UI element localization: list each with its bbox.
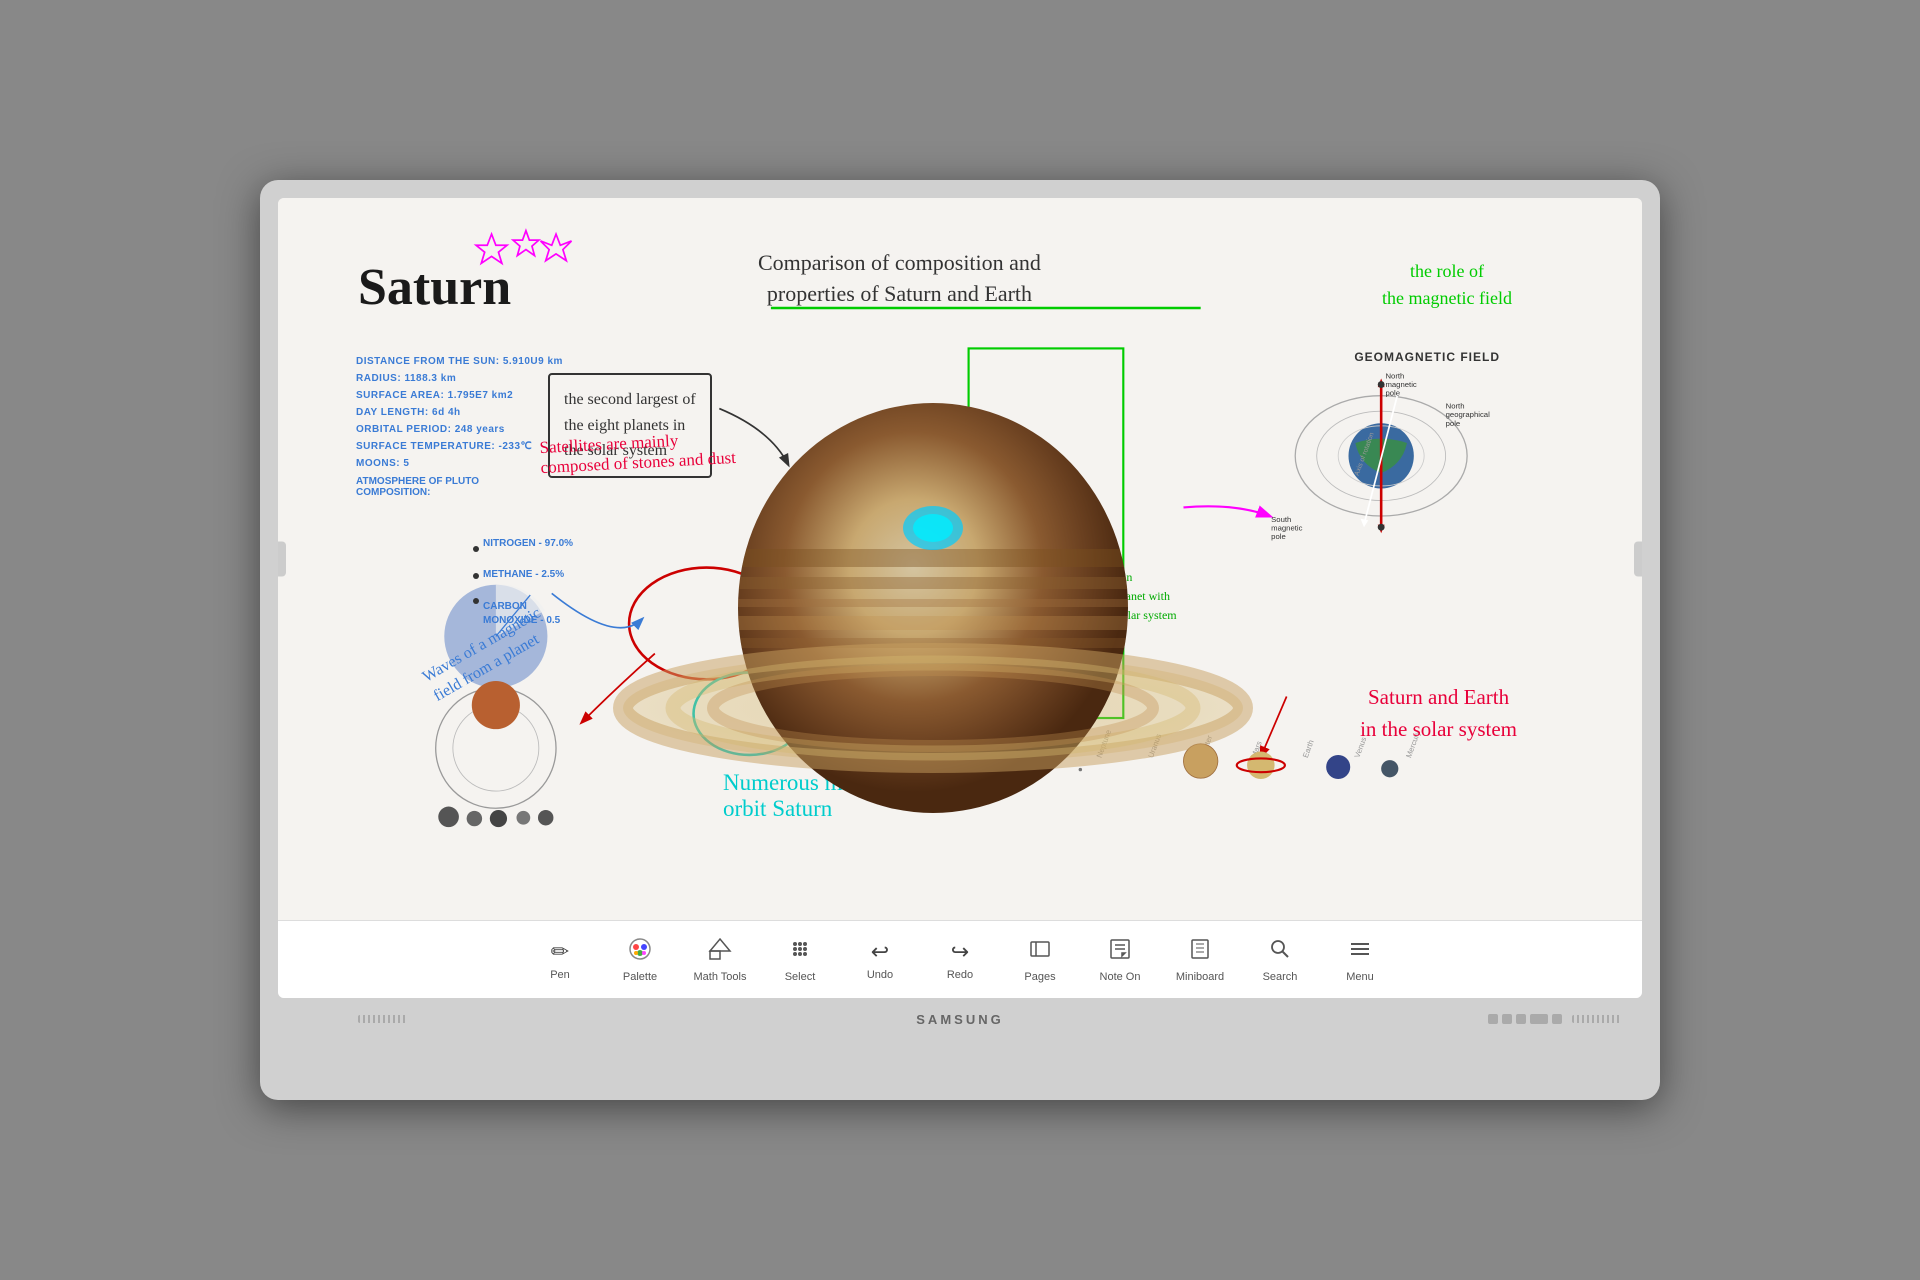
palette-icon [628, 937, 652, 967]
info-block: DISTANCE FROM THE SUN: 5.910U9 km RADIUS… [356, 353, 563, 472]
pen-icon: ✏ [551, 939, 569, 965]
svg-text:North: North [1446, 402, 1465, 411]
search-label: Search [1263, 971, 1298, 983]
pages-label: Pages [1024, 971, 1055, 983]
menu-icon [1348, 937, 1372, 967]
monitor-controls-right [1488, 1014, 1562, 1024]
comparison-title: Comparison of composition andproperties … [758, 248, 1041, 310]
svg-text:Axis of rotation: Axis of rotation [1354, 432, 1376, 477]
info-distance: DISTANCE FROM THE SUN: 5.910U9 km [356, 353, 563, 370]
nitrogen-dot [473, 546, 479, 552]
select-tool[interactable]: Select [760, 925, 840, 995]
note-on-label: Note On [1100, 971, 1141, 983]
svg-text:Earth: Earth [1301, 739, 1316, 759]
saturn-title: Saturn [358, 258, 511, 317]
info-radius: RADIUS: 1188.3 km [356, 370, 563, 387]
side-handle-right[interactable] [1634, 542, 1642, 577]
toolbar: ✏ Pen Palette [278, 920, 1642, 998]
pages-tool[interactable]: Pages [1000, 925, 1080, 995]
miniboard-tool[interactable]: Miniboard [1160, 925, 1240, 995]
info-orbital-period: ORBITAL PERIOD: 248 years [356, 421, 563, 438]
menu-label: Menu [1346, 971, 1374, 983]
info-day-length: DAY LENGTH: 6d 4h [356, 404, 563, 421]
monitor-brand: SAMSUNG [916, 1012, 1003, 1027]
atmosphere-title: ATMOSPHERE OF PLUTO COMPOSITION: [356, 476, 479, 498]
canvas-area[interactable]: Saturn Neptune Uranus Jupiter Mars Earth… [278, 198, 1642, 920]
pages-icon [1028, 937, 1052, 967]
svg-text:South: South [1271, 515, 1291, 524]
monitor-speaker-left [358, 1015, 408, 1023]
search-icon [1268, 937, 1292, 967]
palette-tool[interactable]: Palette [600, 925, 680, 995]
magnetic-role-text: the role ofthe magnetic field [1382, 258, 1512, 312]
side-handle-left[interactable] [278, 542, 286, 577]
math-tools-label: Math Tools [694, 971, 747, 983]
monitor: Saturn Neptune Uranus Jupiter Mars Earth… [260, 180, 1660, 1100]
saturn-image [608, 328, 1258, 888]
miniboard-icon [1188, 937, 1212, 967]
undo-icon: ↩ [871, 939, 889, 965]
undo-tool[interactable]: ↩ Undo [840, 925, 920, 995]
miniboard-label: Miniboard [1176, 971, 1224, 983]
svg-text:pole: pole [1446, 419, 1461, 428]
redo-tool[interactable]: ↪ Redo [920, 925, 1000, 995]
info-surface-temp: SURFACE TEMPERATURE: -233℃ [356, 438, 563, 455]
svg-text:magnetic: magnetic [1271, 524, 1302, 533]
redo-label: Redo [947, 969, 973, 981]
select-label: Select [785, 971, 816, 983]
pen-label: Pen [550, 969, 570, 981]
monitor-bottom: SAMSUNG [278, 998, 1642, 1040]
menu-tool[interactable]: Menu [1320, 925, 1400, 995]
info-surface-area: SURFACE AREA: 1.795E7 km2 [356, 387, 563, 404]
undo-label: Undo [867, 969, 893, 981]
co-dot [473, 598, 479, 604]
search-tool[interactable]: Search [1240, 925, 1320, 995]
note-on-tool[interactable]: Note On [1080, 925, 1160, 995]
screen: Saturn Neptune Uranus Jupiter Mars Earth… [278, 198, 1642, 998]
svg-text:pole: pole [1271, 532, 1286, 541]
svg-text:North: North [1385, 372, 1404, 381]
svg-text:pole: pole [1385, 389, 1400, 398]
svg-text:magnetic: magnetic [1385, 380, 1416, 389]
palette-label: Palette [623, 971, 657, 983]
svg-text:geographical: geographical [1446, 410, 1490, 419]
redo-icon: ↪ [951, 939, 969, 965]
info-moons: MOONS: 5 [356, 455, 563, 472]
note-on-icon [1108, 937, 1132, 967]
methane-dot [473, 573, 479, 579]
math-tools-tool[interactable]: Math Tools [680, 925, 760, 995]
select-icon [788, 937, 812, 967]
geomagnetic-title: GEOMAGNETIC FIELD [1354, 350, 1500, 364]
monitor-speaker-right [1572, 1015, 1622, 1023]
saturn-earth-annotation: Saturn and Earthin the solar system [1360, 682, 1517, 745]
pen-tool[interactable]: ✏ Pen [520, 925, 600, 995]
saturn-title-text: Saturn [358, 258, 511, 317]
math-tools-icon [708, 937, 732, 967]
